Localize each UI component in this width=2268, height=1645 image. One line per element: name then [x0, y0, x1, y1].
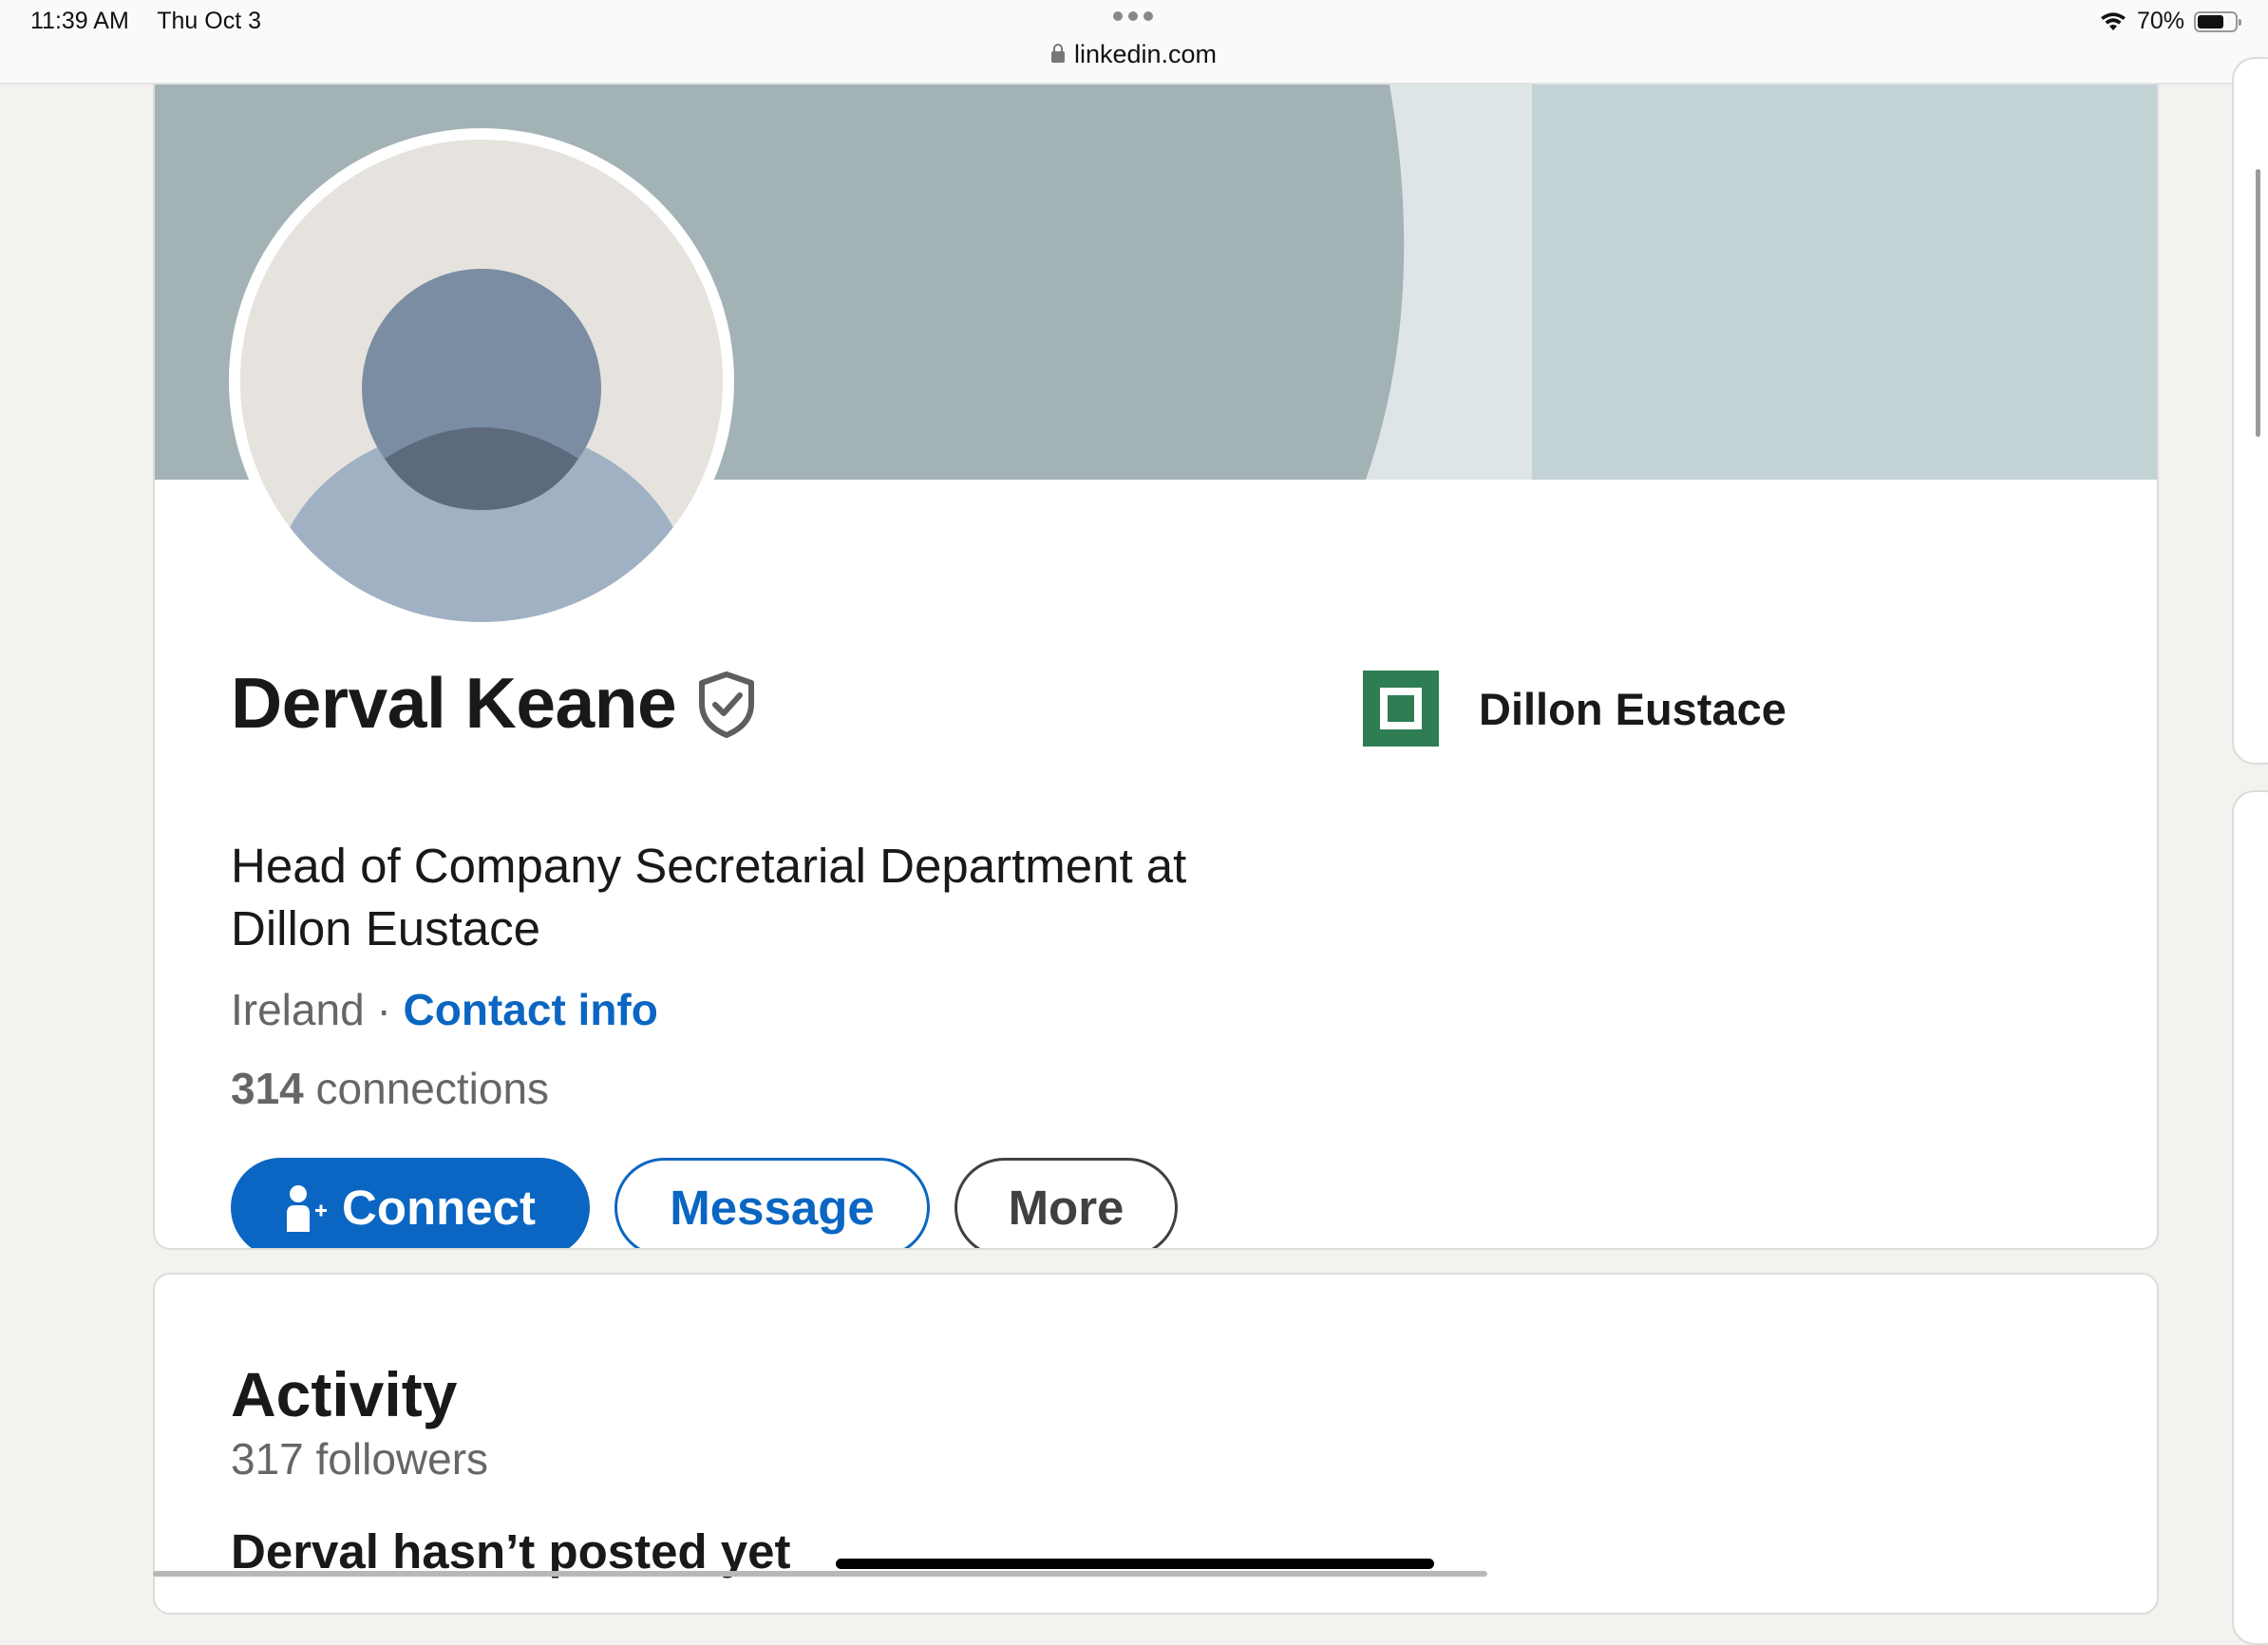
more-button[interactable]: More	[954, 1158, 1178, 1248]
profile-headline: Head of Company Secretarial Department a…	[231, 839, 1187, 955]
connections-count: 314	[231, 1064, 304, 1113]
status-time: 11:39 AM	[30, 8, 129, 34]
horizontal-scrollbar[interactable]	[153, 1571, 1487, 1577]
message-button[interactable]: Message	[614, 1158, 930, 1248]
current-company[interactable]: Dillon Eustace	[1363, 671, 1786, 747]
company-name: Dillon Eustace	[1479, 683, 1786, 734]
profile-card: Derval Keane Head of Company Secretarial…	[153, 85, 2159, 1250]
address-bar[interactable]: linkedin.com	[0, 40, 2268, 69]
activity-title: Activity	[231, 1359, 458, 1429]
battery-percent: 70%	[2136, 8, 2184, 34]
battery-icon	[2194, 10, 2241, 32]
status-time-date: 11:39 AM Thu Oct 3	[30, 8, 261, 35]
url-text: linkedin.com	[1073, 40, 1218, 68]
status-bar: 11:39 AM Thu Oct 3 linkedin.com 70%	[0, 0, 2268, 85]
status-date: Thu Oct 3	[157, 8, 261, 34]
lock-icon	[1050, 44, 1065, 64]
message-label: Message	[670, 1181, 875, 1235]
side-panel-bottom[interactable]	[2232, 790, 2268, 1645]
profile-name: Derval Keane	[231, 663, 677, 743]
default-avatar-icon	[240, 140, 723, 622]
company-logo-icon	[1363, 671, 1439, 747]
location-row: Ireland · Contact info	[231, 984, 658, 1035]
status-indicators: 70%	[2099, 8, 2241, 35]
wifi-icon	[2100, 11, 2126, 30]
more-label: More	[1008, 1181, 1125, 1235]
profile-avatar[interactable]	[229, 128, 734, 633]
location: Ireland	[231, 985, 365, 1034]
connect-label: Connect	[342, 1181, 536, 1235]
contact-info-link[interactable]: Contact info	[404, 985, 658, 1034]
connections-label: connections	[315, 1064, 550, 1113]
vertical-scrollbar[interactable]	[2256, 169, 2260, 437]
add-person-icon	[287, 1184, 327, 1232]
connections[interactable]: 314 connections	[231, 1063, 549, 1114]
separator: ·	[376, 985, 391, 1034]
multitasking-dots-icon[interactable]	[1113, 11, 1153, 21]
verified-shield-icon[interactable]	[697, 671, 756, 738]
profile-actions: Connect Message More	[231, 1158, 1178, 1248]
name-row: Derval Keane	[231, 662, 756, 744]
followers-count[interactable]: 317 followers	[231, 1433, 488, 1484]
side-panel-top[interactable]	[2232, 57, 2268, 765]
home-indicator[interactable]	[836, 1559, 1434, 1569]
connect-button[interactable]: Connect	[231, 1158, 590, 1248]
